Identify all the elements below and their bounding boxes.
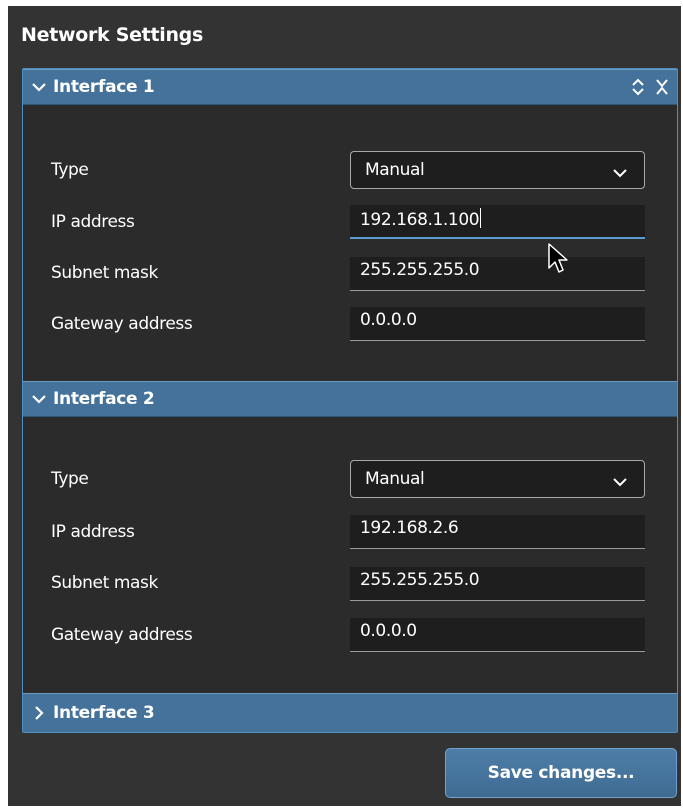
chevron-down-icon <box>612 164 628 184</box>
header-tools <box>629 77 671 97</box>
interface-2-type-select[interactable]: Manual <box>350 460 645 498</box>
chevron-down-icon <box>25 391 53 407</box>
ip-input-value: 192.168.1.100 <box>360 210 480 230</box>
save-changes-button[interactable]: Save changes... <box>445 748 677 798</box>
interface-1-ip-input[interactable]: 192.168.1.100 <box>350 205 645 239</box>
chevron-down-icon <box>612 473 628 493</box>
ip-address-label: IP address <box>51 212 135 232</box>
type-select-value: Manual <box>365 469 425 489</box>
gateway-address-label: Gateway address <box>51 625 193 645</box>
panel-title: Network Settings <box>21 24 203 46</box>
type-label: Type <box>51 469 89 489</box>
subnet-mask-label: Subnet mask <box>51 573 158 593</box>
gateway-input-value: 0.0.0.0 <box>360 310 417 330</box>
ip-address-label: IP address <box>51 522 135 542</box>
type-select-value: Manual <box>365 160 425 180</box>
interface-2-body: Type Manual IP address 192.168.2.6 Subne… <box>23 417 677 687</box>
interface-3-header[interactable]: Interface 3 <box>23 693 677 732</box>
interface-1-subnet-input[interactable]: 255.255.255.0 <box>350 257 645 291</box>
chevron-right-icon <box>25 705 53 721</box>
interfaces-accordion: Interface 1 Type Manual IP address 192.1… <box>22 68 678 733</box>
subnet-input-value: 255.255.255.0 <box>360 570 480 590</box>
subnet-mask-label: Subnet mask <box>51 263 158 283</box>
interface-3-label: Interface 3 <box>53 703 155 723</box>
gateway-address-label: Gateway address <box>51 314 193 334</box>
chevron-down-icon <box>25 79 53 95</box>
interface-2-label: Interface 2 <box>53 389 155 409</box>
network-settings-panel: Network Settings Interface 1 Type Manual <box>8 6 681 806</box>
interface-2-gateway-input[interactable]: 0.0.0.0 <box>350 618 645 652</box>
interface-1-gateway-input[interactable]: 0.0.0.0 <box>350 307 645 341</box>
text-caret <box>480 208 482 228</box>
type-label: Type <box>51 160 89 180</box>
interface-1-header[interactable]: Interface 1 <box>23 69 677 105</box>
close-icon[interactable] <box>653 77 671 97</box>
mouse-pointer-icon <box>548 243 568 273</box>
interface-2-ip-input[interactable]: 192.168.2.6 <box>350 515 645 549</box>
ip-input-value: 192.168.2.6 <box>360 518 459 538</box>
interface-2-header[interactable]: Interface 2 <box>23 381 677 417</box>
expand-collapse-icon[interactable] <box>629 77 647 97</box>
interface-2-subnet-input[interactable]: 255.255.255.0 <box>350 567 645 601</box>
interface-1-body: Type Manual IP address 192.168.1.100 Sub… <box>23 105 677 381</box>
gateway-input-value: 0.0.0.0 <box>360 621 417 641</box>
subnet-input-value: 255.255.255.0 <box>360 260 480 280</box>
interface-1-type-select[interactable]: Manual <box>350 151 645 189</box>
interface-1-label: Interface 1 <box>53 77 155 97</box>
